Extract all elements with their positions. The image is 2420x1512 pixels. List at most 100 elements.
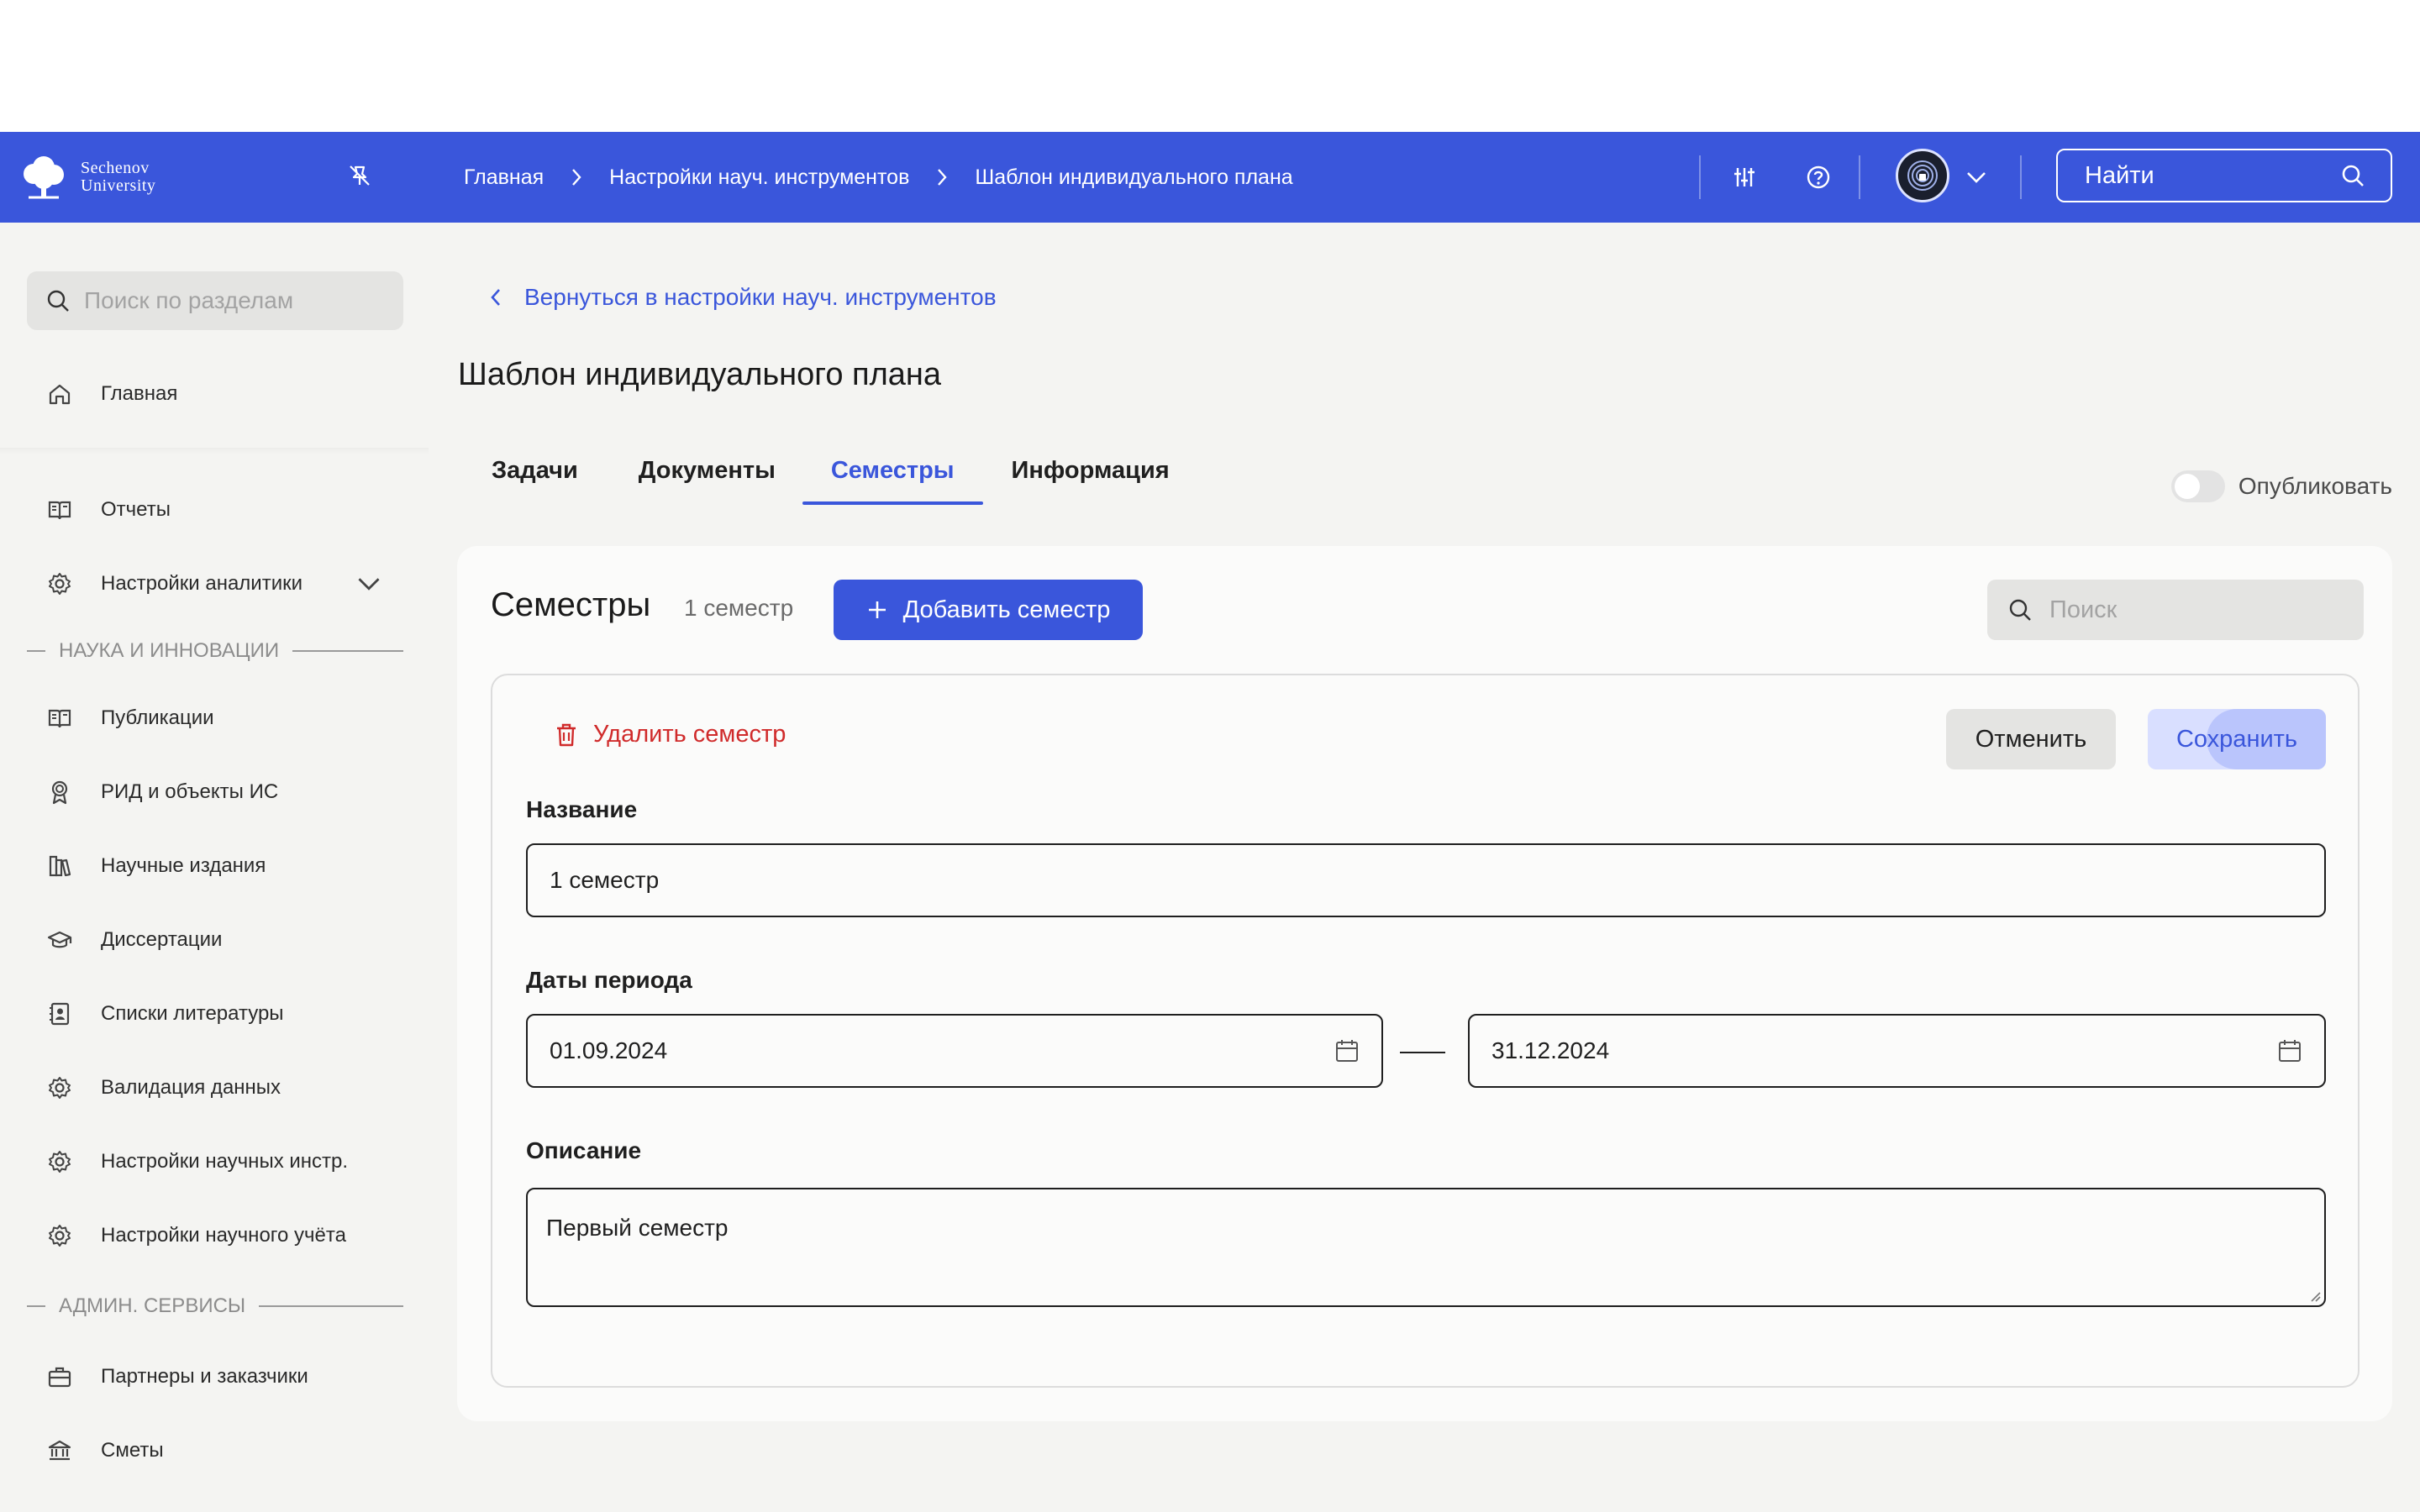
home-icon (49, 384, 71, 405)
tab-semesters[interactable]: Семестры (802, 447, 983, 505)
sidebar-item-partners[interactable]: Партнеры и заказчики (47, 1358, 308, 1395)
sidebar-item-publications[interactable]: Публикации (47, 700, 214, 737)
tab-tasks[interactable]: Задачи (458, 447, 612, 505)
dates-label: Даты периода (526, 967, 692, 993)
description-field[interactable]: Первый семестр (526, 1188, 2326, 1307)
chevron-down-icon[interactable] (356, 571, 381, 596)
sidebar-item-label: Настройки аналитики (101, 572, 303, 595)
sliders-icon[interactable] (1728, 160, 1761, 194)
sidebar-item-rid[interactable]: РИД и объекты ИС (47, 774, 278, 811)
add-semester-button[interactable]: Добавить семестр (834, 580, 1143, 640)
global-search-label: Найти (2085, 161, 2154, 189)
sidebar: Поиск по разделам Главная Отчеты Настрой… (0, 223, 429, 1512)
breadcrumb-home[interactable]: Главная (464, 165, 544, 190)
sidebar-item-label: Валидация данных (101, 1076, 281, 1099)
bank-icon (48, 1440, 71, 1461)
gear-icon (49, 1077, 71, 1099)
gear-icon (49, 1225, 71, 1247)
breadcrumb: Главная Настройки науч. инструментов Шаб… (464, 160, 1293, 194)
sidebar-item-label: Списки литературы (101, 1002, 284, 1025)
tree-logo-icon (24, 156, 64, 199)
chevron-right-icon (936, 167, 948, 187)
briefcase-icon (48, 1367, 71, 1388)
description-value: Первый семестр (546, 1215, 729, 1241)
award-icon (51, 780, 68, 805)
semesters-card: Семестры 1 семестр Добавить семестр Поис… (457, 546, 2392, 1421)
breadcrumb-current: Шаблон индивидуального плана (975, 165, 1293, 189)
delete-semester-label: Удалить семестр (593, 721, 786, 748)
sidebar-item-data-validation[interactable]: Валидация данных (47, 1069, 281, 1106)
resize-handle-icon[interactable] (2309, 1290, 2321, 1302)
tab-information[interactable]: Информация (983, 447, 1203, 505)
sidebar-item-label: Настройки научного учёта (101, 1224, 346, 1247)
contact-book-icon (50, 1002, 70, 1026)
fingerprint-icon (1907, 160, 1938, 191)
save-button[interactable]: Сохранить (2148, 709, 2326, 769)
gear-icon (49, 1151, 71, 1173)
name-field[interactable]: 1 семестр (526, 843, 2326, 917)
sidebar-search-placeholder: Поиск по разделам (84, 287, 294, 313)
sidebar-item-reports[interactable]: Отчеты (47, 491, 171, 528)
global-search-input[interactable]: Найти (2056, 149, 2392, 202)
sidebar-item-estimates[interactable]: Сметы (47, 1432, 164, 1469)
description-label: Описание (526, 1137, 642, 1163)
semester-count: 1 семестр (684, 595, 794, 621)
publish-switch[interactable] (2170, 470, 2225, 502)
graduation-cap-icon (47, 931, 72, 948)
semester-search-input[interactable]: Поиск (1987, 580, 2364, 640)
unpin-icon[interactable] (345, 160, 375, 191)
breadcrumb-settings[interactable]: Настройки науч. инструментов (609, 165, 909, 190)
sidebar-item-label: Настройки научных инстр. (101, 1150, 349, 1173)
date-range-dash (1400, 1052, 1445, 1053)
trash-icon (557, 723, 576, 746)
sidebar-item-home[interactable]: Главная (47, 375, 177, 412)
cancel-button[interactable]: Отменить (1946, 709, 2116, 769)
section-title: АДМИН. СЕРВИСЫ (59, 1294, 246, 1317)
sidebar-item-bibliography[interactable]: Списки литературы (47, 995, 284, 1032)
avatar[interactable] (1896, 149, 1949, 202)
search-icon (47, 290, 69, 312)
name-value: 1 семестр (550, 867, 660, 893)
publish-label: Опубликовать (2238, 473, 2392, 499)
tab-documents[interactable]: Документы (612, 447, 802, 505)
sidebar-item-label: Главная (101, 382, 178, 405)
publish-toggle[interactable]: Опубликовать (2170, 470, 2392, 502)
back-link[interactable]: Вернуться в настройки науч. инструментов (489, 284, 997, 311)
date-from-field[interactable]: 01.09.2024 (526, 1014, 1383, 1088)
calendar-icon[interactable] (1334, 1038, 1360, 1063)
section-title: НАУКА И ИННОВАЦИИ (59, 639, 280, 662)
name-label: Название (526, 796, 638, 822)
section-header-science: НАУКА И ИННОВАЦИИ (27, 639, 403, 663)
logo-line-2: University (81, 176, 156, 195)
chevron-left-icon (491, 289, 500, 306)
help-icon[interactable] (1802, 160, 1835, 194)
sidebar-search-input[interactable]: Поиск по разделам (27, 271, 403, 330)
sidebar-item-label: РИД и объекты ИС (101, 780, 279, 803)
book-icon (48, 709, 71, 728)
header-divider (2020, 155, 2022, 199)
sidebar-item-label: Сметы (101, 1439, 164, 1462)
semester-search-placeholder: Поиск (2049, 596, 2118, 623)
card-title: Семестры (491, 586, 651, 623)
header-divider (1699, 155, 1701, 199)
sidebar-item-science-tools-settings[interactable]: Настройки научных инстр. (47, 1143, 348, 1180)
top-header: Sechenov University Главная Настройки на… (0, 132, 2420, 223)
add-semester-label: Добавить семестр (902, 596, 1111, 623)
sidebar-item-label: Партнеры и заказчики (101, 1365, 308, 1388)
date-to-field[interactable]: 31.12.2024 (1468, 1014, 2326, 1088)
sidebar-item-analytics-settings[interactable]: Настройки аналитики (47, 565, 381, 602)
sidebar-item-label: Диссертации (101, 928, 223, 951)
gear-icon (49, 573, 71, 595)
sidebar-item-label: Отчеты (101, 498, 171, 521)
chevron-right-icon (571, 167, 582, 187)
delete-semester-button[interactable]: Удалить семестр (555, 721, 786, 748)
logo-line-1: Sechenov (81, 159, 150, 177)
sidebar-item-dissertations[interactable]: Диссертации (47, 921, 222, 958)
chevron-down-icon[interactable] (1960, 160, 1993, 194)
calendar-icon[interactable] (2277, 1038, 2302, 1063)
save-label: Сохранить (2175, 725, 2298, 753)
search-icon (2009, 599, 2031, 621)
sechenov-logo[interactable]: Sechenov University (17, 152, 155, 202)
sidebar-item-science-accounting-settings[interactable]: Настройки научного учёта (47, 1217, 346, 1254)
sidebar-item-journals[interactable]: Научные издания (47, 848, 266, 885)
